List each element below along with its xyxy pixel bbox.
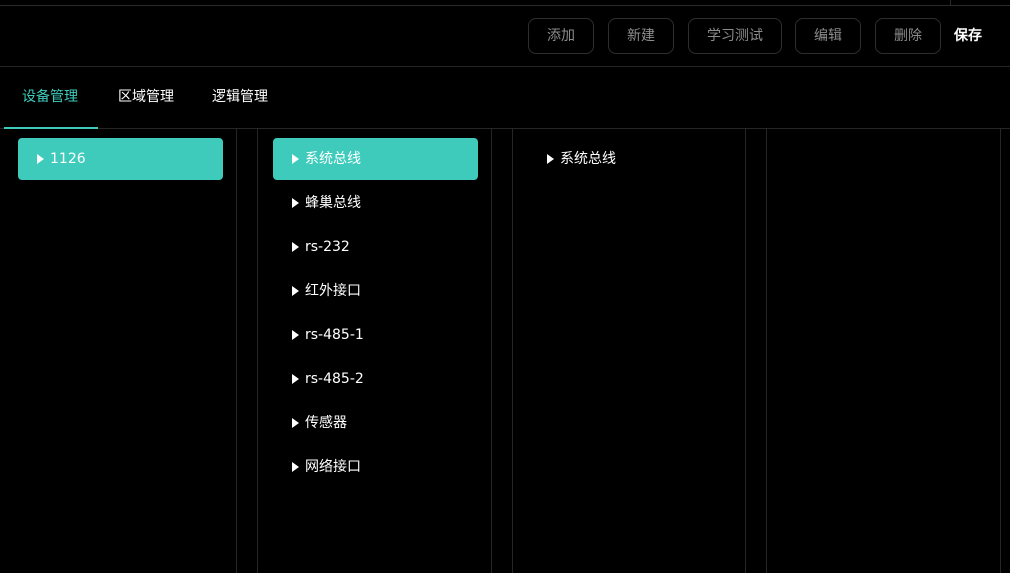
delete-button[interactable]: 删除 xyxy=(875,18,941,54)
caret-right-icon xyxy=(292,374,299,384)
tree-item-label: 蜂巢总线 xyxy=(305,195,361,211)
tree-item-label: 红外接口 xyxy=(305,283,361,299)
tree-item-rs-485-2[interactable]: rs-485-2 xyxy=(273,358,478,400)
interface-column: 系统总线 蜂巢总线 rs-232 红外接口 rs-485-1 rs-485-2 … xyxy=(273,138,478,490)
tree-item-label: 传感器 xyxy=(305,415,347,431)
caret-right-icon xyxy=(292,286,299,296)
tree-item-label: rs-485-2 xyxy=(305,371,364,387)
tab-device-management[interactable]: 设备管理 xyxy=(22,67,78,128)
device-column: 1126 xyxy=(18,138,223,182)
caret-right-icon xyxy=(37,154,44,164)
caret-right-icon xyxy=(292,198,299,208)
caret-right-icon xyxy=(547,154,554,164)
column-divider xyxy=(766,128,767,573)
tree-item-label: rs-485-1 xyxy=(305,327,364,343)
tree-item-system-bus-child[interactable]: 系统总线 xyxy=(528,138,733,180)
column-divider xyxy=(491,128,492,573)
tree-item-label: 网络接口 xyxy=(305,459,361,475)
active-tab-indicator xyxy=(4,127,98,129)
tree-item-system-bus[interactable]: 系统总线 xyxy=(273,138,478,180)
toolbar: 添加 新建 学习测试 编辑 删除 保存 xyxy=(0,6,1010,67)
tree-item-label: rs-232 xyxy=(305,239,350,255)
column-divider xyxy=(745,128,746,573)
tree-item-infrared[interactable]: 红外接口 xyxy=(273,270,478,312)
tree-item-sensor[interactable]: 传感器 xyxy=(273,402,478,444)
tab-bar: 设备管理 区域管理 逻辑管理 xyxy=(0,67,1010,129)
tree-item-network[interactable]: 网络接口 xyxy=(273,446,478,488)
top-strip-divider xyxy=(950,0,951,5)
tree-item-label: 系统总线 xyxy=(305,151,361,167)
tree-item-hive-bus[interactable]: 蜂巢总线 xyxy=(273,182,478,224)
caret-right-icon xyxy=(292,330,299,340)
column-divider xyxy=(236,128,237,573)
tab-area-management[interactable]: 区域管理 xyxy=(118,67,174,128)
caret-right-icon xyxy=(292,418,299,428)
column-divider xyxy=(1000,128,1001,573)
device-management-page: 添加 新建 学习测试 编辑 删除 保存 设备管理 区域管理 逻辑管理 1126 … xyxy=(0,0,1010,573)
learn-test-button[interactable]: 学习测试 xyxy=(688,18,782,54)
caret-right-icon xyxy=(292,462,299,472)
tab-logic-management[interactable]: 逻辑管理 xyxy=(212,67,268,128)
column-divider xyxy=(512,128,513,573)
sub-interface-column: 系统总线 xyxy=(528,138,733,182)
tree-item-rs-485-1[interactable]: rs-485-1 xyxy=(273,314,478,356)
add-button[interactable]: 添加 xyxy=(528,18,594,54)
caret-right-icon xyxy=(292,154,299,164)
tree-item-rs-232[interactable]: rs-232 xyxy=(273,226,478,268)
tree-item-1126[interactable]: 1126 xyxy=(18,138,223,180)
edit-button[interactable]: 编辑 xyxy=(795,18,861,54)
new-button[interactable]: 新建 xyxy=(608,18,674,54)
column-divider xyxy=(257,128,258,573)
caret-right-icon xyxy=(292,242,299,252)
tree-item-label: 系统总线 xyxy=(560,151,616,167)
tree-item-label: 1126 xyxy=(50,151,86,167)
save-button[interactable]: 保存 xyxy=(954,18,982,54)
